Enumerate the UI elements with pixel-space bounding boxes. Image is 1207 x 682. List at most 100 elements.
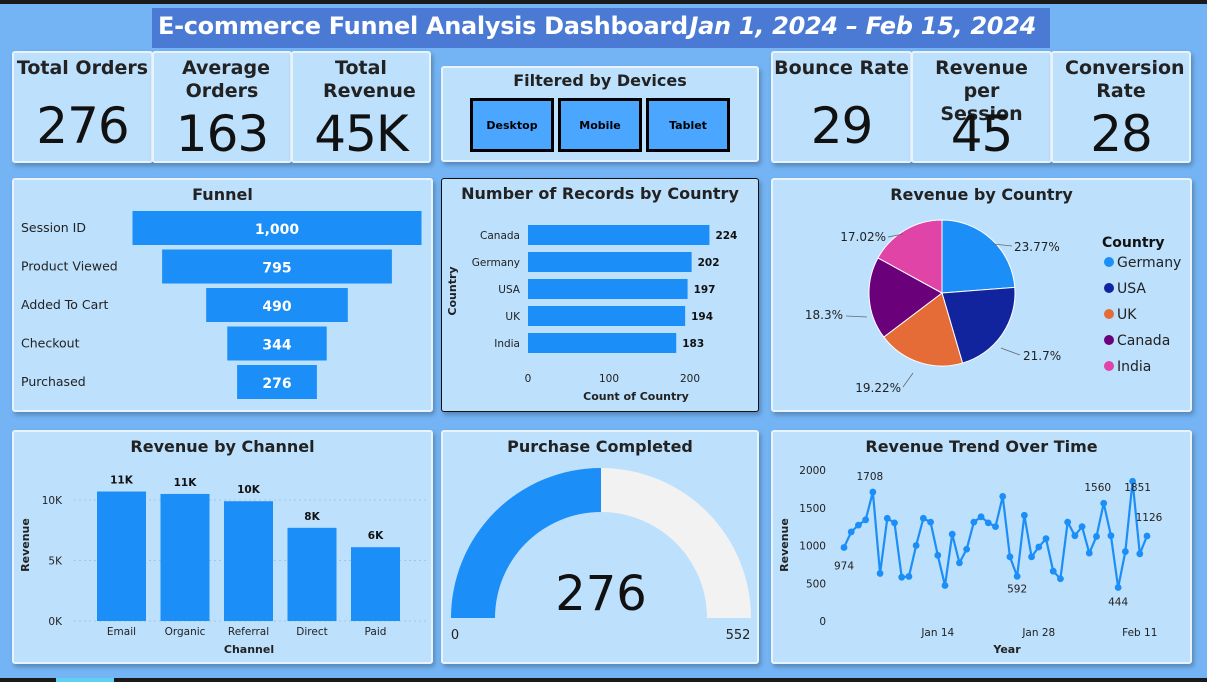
trend-point (905, 573, 913, 580)
trend-point (891, 519, 898, 527)
kpi-card-conversion-rate: Conversion Rate 28 (1051, 51, 1191, 163)
trend-point (919, 514, 927, 522)
bar-value-label: 10K (237, 484, 261, 496)
kpi-label: Conversion Rate (1065, 57, 1185, 102)
trend-point (1136, 550, 1144, 558)
dashboard-title: E-commerce Funnel Analysis Dashboard (158, 12, 688, 40)
bar-value-label: 197 (694, 284, 716, 296)
trend-point (912, 542, 920, 549)
y-tick-label: Canada (480, 230, 520, 242)
legend-label: Germany (1117, 255, 1181, 271)
y-axis-title: Country (446, 266, 459, 315)
bar-value-label: 183 (682, 338, 704, 350)
pie-value-label: 23.77% (1014, 240, 1060, 254)
kpi-label: Total Orders (16, 57, 149, 79)
x-tick-label: Feb 11 (1122, 627, 1157, 639)
purchase-completed-gauge: 276 0 552 (451, 468, 751, 643)
bar-value-label: 11K (110, 475, 134, 487)
funnel-stage-label: Purchased (21, 374, 86, 389)
trend-point-label: 1708 (856, 471, 883, 483)
trend-point (970, 518, 978, 526)
gauge-value: 276 (555, 566, 647, 622)
bar-value-label: 194 (691, 311, 713, 323)
y-tick-label: 5K (48, 556, 63, 568)
trend-point (999, 493, 1007, 500)
legend-label: USA (1117, 281, 1146, 297)
device-option-mobile[interactable]: Mobile (558, 98, 642, 152)
revenue-trend-chart: 0 500 1000 1500 2000 Jan 14 Jan 28 Feb 11 974 170… (778, 465, 1163, 656)
kpi-card-total-revenue: Total Revenue 45K (291, 51, 431, 163)
legend-marker (1104, 309, 1114, 319)
trend-point-label: 1126 (1136, 512, 1163, 524)
trend-point (1078, 523, 1086, 531)
trend-point (948, 530, 956, 538)
device-option-desktop[interactable]: Desktop (470, 98, 554, 152)
legend-label: UK (1117, 307, 1137, 323)
revenue-by-country-card: Revenue by Country 23.77% 21.7% 19.22% 18.3… (771, 178, 1192, 412)
funnel-value-label: 490 (262, 299, 291, 315)
trend-point (1093, 533, 1100, 540)
device-filter-card: Filtered by Devices Desktop Mobile Table… (441, 66, 759, 162)
y-tick-label: UK (505, 311, 521, 323)
trend-point (1114, 584, 1122, 591)
x-axis-title: Year (992, 643, 1021, 656)
country-bar (528, 279, 688, 299)
x-tick-label: Email (107, 626, 136, 638)
bar-value-label: 6K (368, 530, 384, 542)
legend-title: Country (1102, 235, 1165, 251)
trend-point (1085, 549, 1093, 557)
trend-point (956, 559, 963, 567)
revenue-trend-card: Revenue Trend Over Time 0 500 1000 1500 2000… (771, 430, 1192, 664)
country-bar (528, 252, 692, 272)
x-tick-label: Organic (165, 626, 206, 638)
legend-label: Canada (1117, 333, 1170, 349)
x-axis-title: Channel (224, 643, 274, 656)
trend-line (843, 481, 1149, 588)
channel-bar (287, 527, 337, 621)
pie-value-label: 19.22% (855, 381, 901, 395)
pie-value-label: 17.02% (840, 230, 886, 244)
y-axis-title: Revenue (778, 518, 791, 572)
page-tab-indicator[interactable] (56, 678, 114, 682)
funnel-chart: Session ID 1,000 Product Viewed 795 Added To… (21, 211, 422, 399)
trend-point (1042, 535, 1050, 543)
trend-point (1057, 575, 1064, 583)
pie-value-label: 21.7% (1023, 349, 1061, 363)
y-tick-label: 2000 (799, 465, 826, 477)
pie-leader-line (845, 315, 868, 318)
kpi-value: 29 (810, 97, 874, 155)
bar-value-label: 11K (174, 477, 198, 489)
channel-bar (224, 501, 273, 621)
channel-bar (160, 493, 210, 621)
trend-point (963, 545, 971, 553)
y-tick-label: 1500 (799, 503, 826, 515)
funnel-value-label: 795 (262, 261, 291, 277)
kpi-value: 276 (36, 97, 129, 155)
legend-label: India (1117, 359, 1151, 375)
x-tick-label: Jan 28 (1021, 627, 1055, 639)
x-tick-label: Paid (365, 626, 387, 638)
trend-point (1121, 548, 1129, 555)
trend-point (1100, 499, 1108, 507)
trend-point-label: 444 (1108, 596, 1128, 608)
trend-point-label: 974 (834, 560, 854, 572)
bar-value-label: 202 (698, 257, 720, 269)
pie-leader-line (902, 372, 914, 388)
legend-marker (1104, 335, 1114, 345)
y-tick-label: 0 (819, 616, 826, 628)
funnel-stage-label: Session ID (21, 220, 86, 235)
trend-point (869, 488, 877, 496)
kpi-card-total-orders: Total Orders 276 (12, 51, 153, 163)
device-option-tablet[interactable]: Tablet (646, 98, 730, 152)
trend-point (977, 513, 985, 521)
funnel-stage-label: Added To Cart (21, 297, 108, 312)
gauge-max-label: 552 (726, 628, 751, 643)
bar-value-label: 8K (304, 511, 320, 523)
trend-point (855, 521, 862, 529)
bottom-strip (0, 678, 1207, 682)
trend-point (1013, 572, 1021, 580)
funnel-card: Funnel Session ID 1,000 Product Viewed 795 A… (12, 178, 433, 412)
x-tick-label: 0 (525, 373, 532, 385)
trend-point (840, 544, 848, 551)
revenue-by-country-chart: 23.77% 21.7% 19.22% 18.3% 17.02% Country Ger… (805, 219, 1181, 395)
